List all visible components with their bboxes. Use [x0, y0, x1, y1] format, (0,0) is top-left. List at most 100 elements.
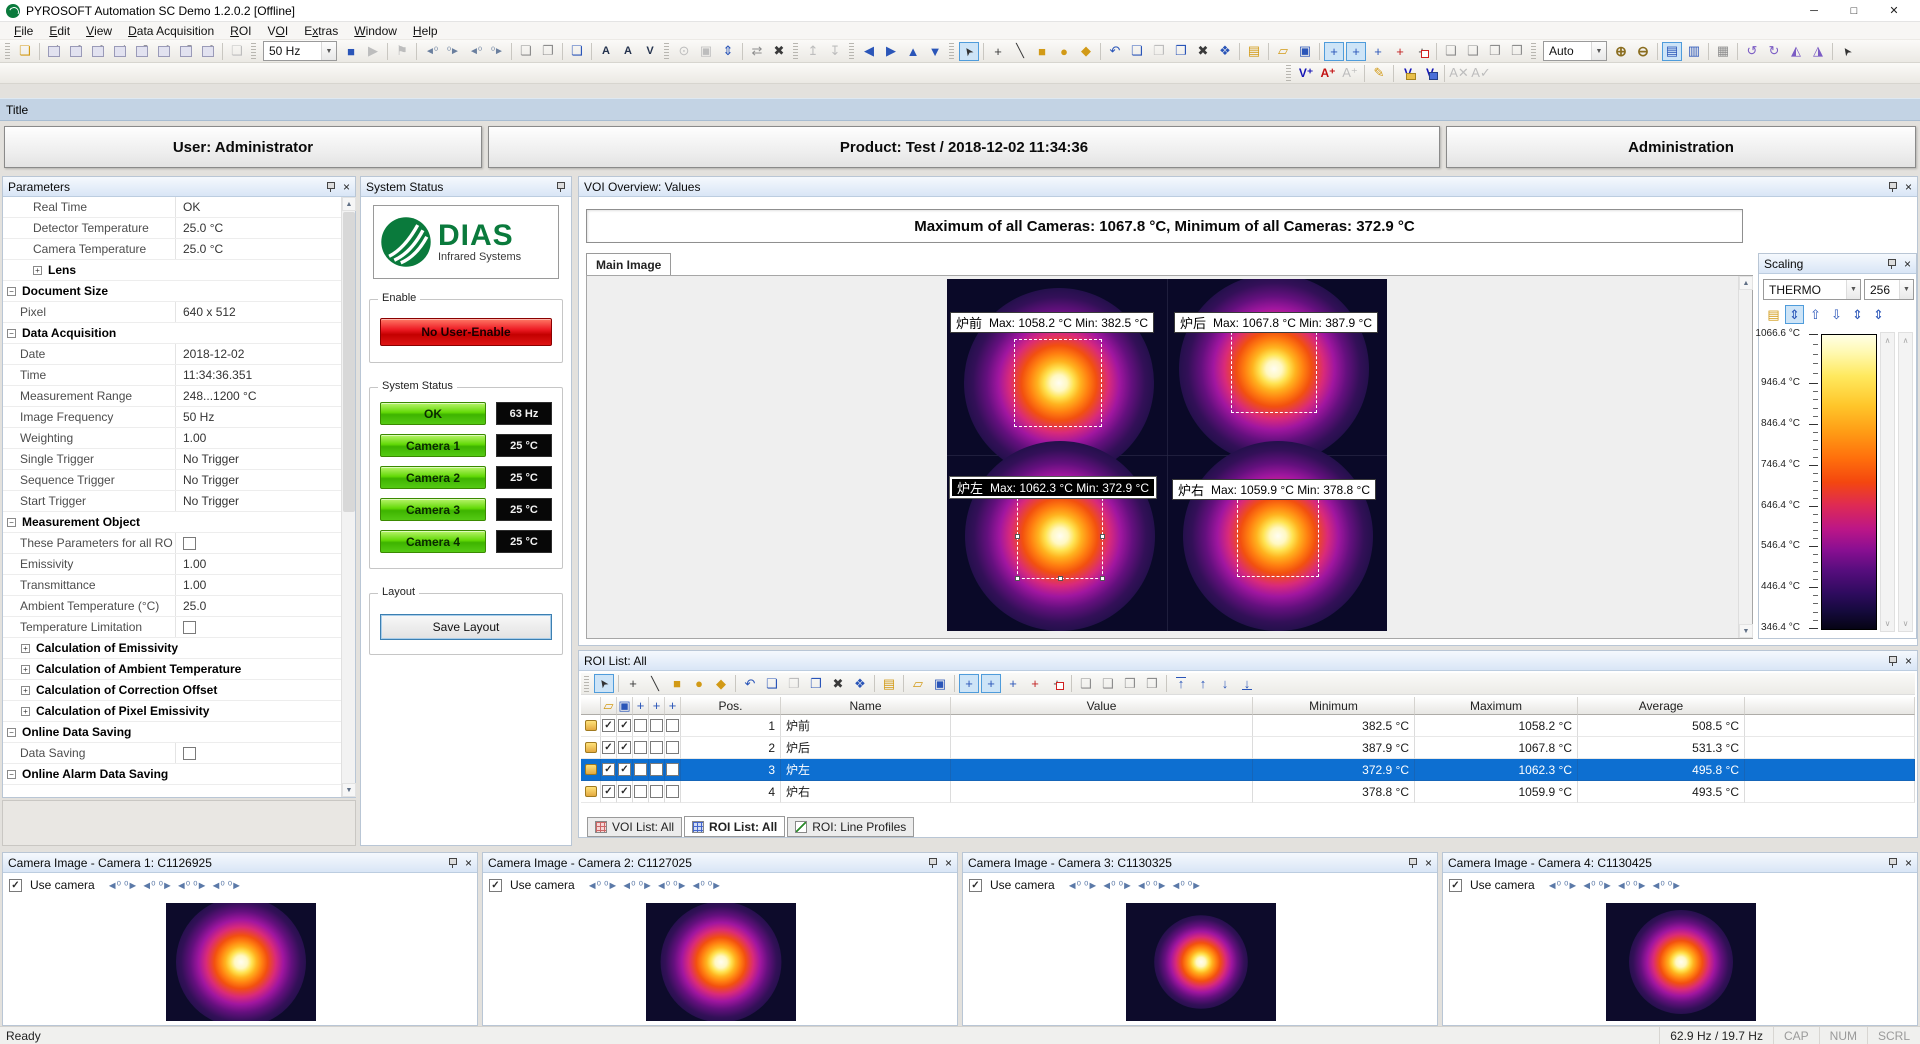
status-button-camera-1[interactable]: Camera 1 — [380, 434, 486, 457]
alarm-delete-icon[interactable]: A✕ — [1449, 64, 1469, 83]
camera-thermal-image[interactable] — [646, 903, 796, 1021]
pin-icon[interactable] — [1887, 857, 1898, 869]
roi-col-open-icon[interactable]: ▱ — [601, 697, 617, 715]
audio-icon-5[interactable]: ◄⁰ — [656, 879, 669, 892]
thermal-main-image[interactable]: 炉前Max: 1058.2 °C Min: 382.5 °C炉后Max: 106… — [947, 279, 1387, 631]
move-vertical-icon[interactable]: ⇕ — [718, 42, 738, 61]
levels-combo[interactable]: 256 ▼ — [1864, 279, 1914, 300]
expand-icon[interactable]: − — [7, 287, 16, 296]
pin-icon[interactable] — [1887, 181, 1898, 193]
audio-icon-4[interactable]: ⁰► — [639, 879, 652, 892]
close-icon[interactable]: × — [945, 857, 952, 869]
alarm-doc-a2-icon[interactable]: A — [618, 42, 638, 61]
pointer-mode-icon[interactable]: ➤ — [1833, 37, 1860, 64]
close-icon[interactable]: × — [1905, 857, 1912, 869]
menu-item-roi[interactable]: ROI — [222, 22, 259, 39]
param-checkbox[interactable] — [183, 537, 196, 550]
order-back-icon[interactable]: ❒ — [1485, 42, 1505, 61]
audio-icon-5[interactable]: ◄⁰ — [176, 879, 189, 892]
audio-icon-1[interactable]: ◄⁰ — [1547, 879, 1560, 892]
roi-checkbox[interactable]: ✓ — [618, 785, 631, 798]
scaling-max-icon[interactable]: ⇧ — [1806, 305, 1825, 324]
roi-import-icon[interactable]: ▱ — [908, 674, 928, 693]
audio-icon-1[interactable]: ◄⁰ — [587, 879, 600, 892]
alarm-confirm-icon[interactable]: A✓ — [1471, 64, 1491, 83]
audio-icon-8[interactable]: ⁰► — [228, 879, 241, 892]
roi-checkbox[interactable] — [650, 785, 663, 798]
roi-move-top-icon[interactable]: ↑ — [1171, 674, 1191, 693]
audio-icon-2[interactable]: ⁰► — [604, 879, 617, 892]
export-roi-icon[interactable]: ▣ — [1295, 42, 1315, 61]
tab-roi-list-all[interactable]: ROI List: All — [684, 816, 785, 837]
roi-table-column-pos[interactable]: Pos. — [681, 697, 781, 715]
roi-rect-back[interactable] — [1231, 327, 1317, 413]
audio-icon-8[interactable]: ⁰► — [708, 879, 721, 892]
paste-icon[interactable]: ❐ — [1149, 42, 1169, 61]
use-camera-checkbox[interactable]: ✓ — [969, 879, 982, 892]
roi-move-up-icon[interactable]: ↑ — [1193, 674, 1213, 693]
voi-open-icon[interactable]: V — [1398, 64, 1418, 83]
minimize-icon[interactable]: ─ — [1794, 1, 1834, 21]
roi-checkbox[interactable] — [634, 719, 647, 732]
zoom-out-icon[interactable]: ⊖ — [1633, 42, 1653, 61]
administration-header[interactable]: Administration — [1446, 126, 1916, 168]
roi-checkbox[interactable]: ✓ — [618, 763, 631, 776]
roi-crosshair-auto-icon[interactable]: + — [981, 674, 1001, 693]
frequency-combo[interactable]: 50 Hz▼ — [263, 41, 337, 61]
scaling-expand-icon[interactable]: ⇕ — [1869, 305, 1888, 324]
user-enable-button[interactable]: No User-Enable — [380, 318, 552, 346]
roi-table-column-maximum[interactable]: Maximum — [1415, 697, 1578, 715]
nudge-left-icon[interactable]: ◀ — [859, 42, 879, 61]
zoom-in-icon[interactable]: ⊕ — [1611, 42, 1631, 61]
nudge-right-icon[interactable]: ▶ — [881, 42, 901, 61]
roi-order-front-icon[interactable]: ❑ — [1076, 674, 1096, 693]
roi-checkbox[interactable]: ✓ — [602, 741, 615, 754]
roi-col-crosshair-icon[interactable]: + — [633, 697, 649, 715]
expand-icon[interactable]: + — [21, 686, 30, 695]
roi-draw-ellipse-icon[interactable]: ● — [689, 674, 709, 693]
close-icon[interactable]: × — [343, 181, 350, 193]
roi-checkbox[interactable] — [666, 785, 679, 798]
flip-horizontal-icon[interactable]: ◭ — [1786, 42, 1806, 61]
audio-icon-3[interactable]: ◄⁰ — [141, 879, 154, 892]
roi-order-forward-icon[interactable]: ❑ — [1098, 674, 1118, 693]
voi-roi-label-炉后[interactable]: 炉后Max: 1067.8 °C Min: 387.9 °C — [1174, 312, 1378, 333]
status-button-camera-2[interactable]: Camera 2 — [380, 466, 486, 489]
status-button-ok[interactable]: OK — [380, 402, 486, 425]
roi-table-column-average[interactable]: Average — [1578, 697, 1745, 715]
audio-icon-7[interactable]: ◄⁰ — [1650, 879, 1663, 892]
audio-icon-6[interactable]: ⁰► — [1153, 879, 1166, 892]
use-camera-checkbox[interactable]: ✓ — [489, 879, 502, 892]
copy-icon[interactable]: ❏ — [1127, 42, 1147, 61]
roi-checkbox[interactable]: ✓ — [618, 741, 631, 754]
pin-icon[interactable] — [1887, 655, 1898, 667]
resize-handle[interactable] — [1015, 534, 1020, 539]
view-layout-5-icon[interactable]: 5 — [132, 42, 152, 61]
roi-col-crosshair-a-icon[interactable]: + — [649, 697, 665, 715]
menu-item-view[interactable]: View — [78, 22, 120, 39]
roi-table-row-炉左[interactable]: ✓✓3炉左372.9 °C1062.3 °C495.8 °C — [581, 759, 1915, 781]
resize-handle[interactable] — [1100, 576, 1105, 581]
roi-checkbox[interactable]: ✓ — [602, 763, 615, 776]
nudge-down-icon[interactable]: ▼ — [925, 42, 945, 61]
roi-copy-icon[interactable]: ❏ — [762, 674, 782, 693]
toolbar-grip[interactable] — [664, 43, 669, 59]
close-window-icon[interactable]: ✕ — [1874, 1, 1914, 21]
audio-prev-icon[interactable]: ◄⁰ — [465, 42, 485, 61]
trigger-flag-icon[interactable]: ⚑ — [392, 42, 412, 61]
status-button-camera-3[interactable]: Camera 3 — [380, 498, 486, 521]
roi-rect-right[interactable] — [1237, 495, 1319, 577]
roi-select-all-icon[interactable]: ❖ — [850, 674, 870, 693]
roi-export-icon[interactable]: ▣ — [930, 674, 950, 693]
toolbar-grip[interactable] — [1286, 65, 1291, 81]
chevron-down-icon[interactable]: ∨ — [1881, 619, 1894, 628]
close-icon[interactable]: × — [1425, 857, 1432, 869]
draw-polygon-icon[interactable]: ◆ — [1076, 42, 1096, 61]
close-icon[interactable]: × — [1905, 181, 1912, 193]
roi-crosshair-add-red-icon[interactable]: + — [1025, 674, 1045, 693]
roi-edit-table-icon[interactable]: ▤ — [879, 674, 899, 693]
roi-checkbox[interactable]: ✓ — [618, 719, 631, 732]
audio-icon-7[interactable]: ◄⁰ — [1170, 879, 1183, 892]
param-checkbox[interactable] — [183, 747, 196, 760]
import-roi-icon[interactable]: ▱ — [1273, 42, 1293, 61]
